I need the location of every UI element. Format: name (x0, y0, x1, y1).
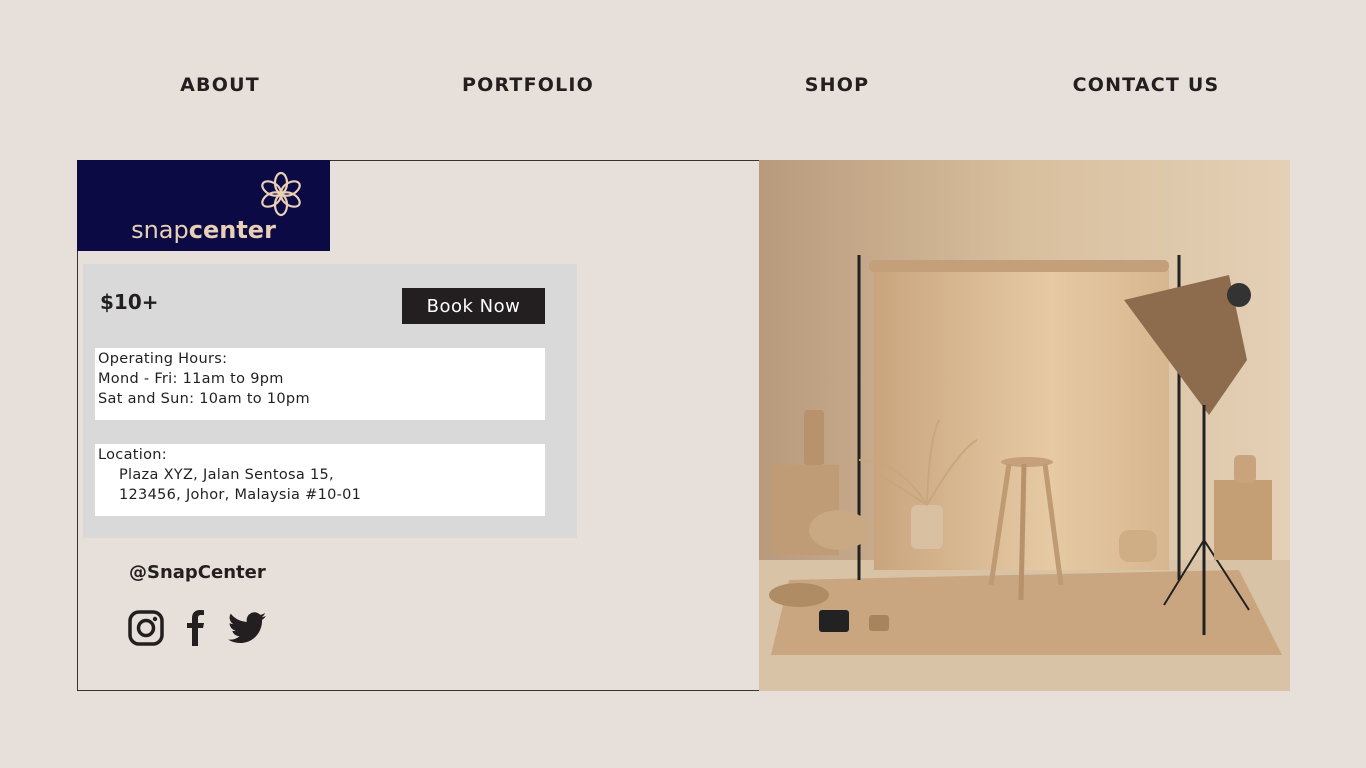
logo: snapcenter (77, 160, 330, 251)
instagram-icon[interactable] (128, 610, 164, 646)
operating-hours: Operating Hours: Mond - Fri: 11am to 9pm… (95, 348, 545, 420)
nav-about[interactable]: ABOUT (180, 74, 260, 96)
location-line-1: Plaza XYZ, Jalan Sentosa 15, (119, 467, 334, 483)
facebook-icon[interactable] (186, 610, 206, 646)
hours-weekday: Mond - Fri: 11am to 9pm (98, 371, 284, 387)
price: $10+ (100, 290, 159, 314)
book-now-button[interactable]: Book Now (402, 288, 545, 324)
logo-text: snapcenter (131, 216, 276, 244)
flower-logo-icon (261, 171, 301, 217)
hours-weekend: Sat and Sun: 10am to 10pm (98, 391, 310, 407)
hours-title: Operating Hours: (98, 351, 228, 367)
location: Location: Plaza XYZ, Jalan Sentosa 15, 1… (95, 444, 545, 516)
social-handle: @SnapCenter (129, 562, 266, 583)
nav-contact-us[interactable]: CONTACT US (1073, 74, 1220, 96)
location-line-2: 123456, Johor, Malaysia #10-01 (119, 487, 362, 503)
studio-scene-image (759, 160, 1290, 691)
location-title: Location: (98, 447, 167, 463)
twitter-icon[interactable] (228, 612, 266, 644)
nav-portfolio[interactable]: PORTFOLIO (462, 74, 594, 96)
nav-shop[interactable]: SHOP (805, 74, 869, 96)
studio-photo (759, 160, 1290, 691)
